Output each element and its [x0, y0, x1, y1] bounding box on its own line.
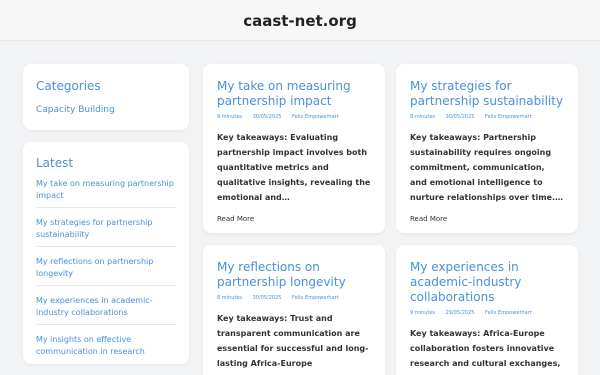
latest-item[interactable]: My reflections on partnership longevity [36, 256, 176, 286]
site-header: caast-net.org [0, 0, 600, 41]
latest-item[interactable]: My experiences in academic-industry coll… [36, 295, 176, 325]
post-read-time: 9 minutes [217, 114, 243, 120]
post-author-link[interactable]: Felix Empowerhart [292, 295, 339, 301]
post-read-time: 9 minutes [410, 310, 436, 316]
post-excerpt: Key takeaways: Africa-Europe collaborati… [410, 329, 561, 375]
post-meta: 8 minutes 30/05/2025 Felix Empowerhart [217, 295, 371, 301]
post-author-link[interactable]: Felix Empowerhart [485, 310, 532, 316]
latest-title: Latest [36, 156, 74, 170]
categories-title: Categories [36, 79, 101, 93]
post-excerpt: Key takeaways: Partnership sustainabilit… [410, 133, 563, 202]
post-read-time: 8 minutes [410, 114, 436, 120]
post-title-link[interactable]: My reflections on partnership longevity [217, 260, 371, 290]
post-read-time: 8 minutes [217, 295, 243, 301]
post-date: 30/05/2025 [252, 114, 282, 120]
latest-widget: Latest My take on measuring partnership … [23, 142, 189, 364]
post-card: My experiences in academic-industry coll… [396, 245, 578, 375]
post-card: My take on measuring partnership impact … [203, 64, 385, 233]
post-title-link[interactable]: My take on measuring partnership impact [217, 79, 371, 109]
read-more-link[interactable]: Read More [217, 215, 254, 223]
post-date: 29/05/2025 [445, 310, 475, 316]
post-meta: 9 minutes 29/05/2025 Felix Empowerhart [410, 310, 564, 316]
post-card: My reflections on partnership longevity … [203, 245, 385, 375]
site-title-link[interactable]: caast-net.org [0, 12, 600, 30]
post-excerpt: Key takeaways: Evaluating partnership im… [217, 133, 371, 202]
post-title-link[interactable]: My strategies for partnership sustainabi… [410, 79, 564, 109]
post-meta: 8 minutes 30/05/2025 Felix Empowerhart [410, 114, 564, 120]
post-excerpt: Key takeaways: Trust and transparent com… [217, 314, 369, 375]
post-card: My strategies for partnership sustainabi… [396, 64, 578, 233]
category-link-capacity-building[interactable]: Capacity Building [36, 105, 176, 115]
read-more-link[interactable]: Read More [410, 215, 447, 223]
post-author-link[interactable]: Felix Empowerhart [292, 114, 339, 120]
post-date: 30/05/2025 [445, 114, 475, 120]
post-date: 30/05/2025 [252, 295, 282, 301]
latest-item[interactable]: My take on measuring partnership impact [36, 178, 176, 208]
post-title-link[interactable]: My experiences in academic-industry coll… [410, 260, 564, 305]
post-meta: 9 minutes 30/05/2025 Felix Empowerhart [217, 114, 371, 120]
categories-widget: Categories Capacity Building [23, 64, 189, 130]
latest-item[interactable]: My insights on effective communication i… [36, 334, 176, 363]
post-author-link[interactable]: Felix Empowerhart [485, 114, 532, 120]
latest-item[interactable]: My strategies for partnership sustainabi… [36, 217, 176, 247]
